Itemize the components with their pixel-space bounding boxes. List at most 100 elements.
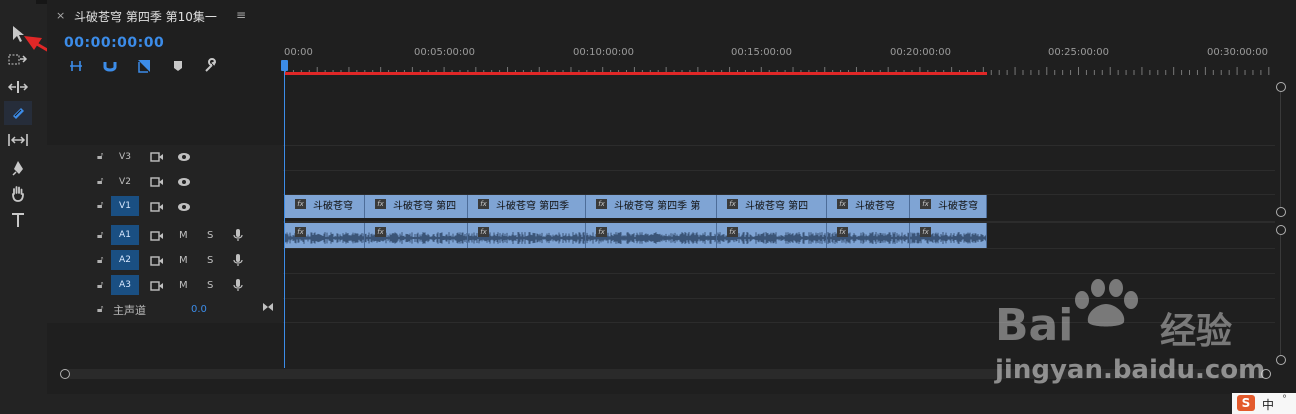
sogou-icon[interactable]: S: [1237, 395, 1255, 411]
lock-icon[interactable]: 🔓︎: [97, 280, 103, 291]
video-clip[interactable]: fx 斗破苍穹 第四: [717, 195, 827, 218]
fx-badge: fx: [478, 227, 489, 237]
eye-icon[interactable]: [177, 176, 191, 188]
ruler-label: 00:10:00:00: [573, 47, 635, 58]
mute-button[interactable]: M: [179, 280, 188, 291]
type-tool[interactable]: [4, 208, 32, 232]
sync-lock-icon[interactable]: [150, 280, 164, 292]
fx-badge: fx: [295, 199, 306, 209]
sync-lock-icon[interactable]: [150, 201, 164, 213]
sequence-tab-bar: [47, 4, 1296, 30]
clip-label: 斗破苍穹: [855, 201, 895, 212]
audio-clip[interactable]: fx: [468, 223, 586, 248]
solo-button[interactable]: S: [207, 255, 213, 266]
lock-icon[interactable]: 🔓︎: [97, 255, 103, 266]
lock-icon[interactable]: 🔓︎: [97, 176, 103, 187]
audio-clip[interactable]: fx: [365, 223, 468, 248]
audio-clip[interactable]: fx: [827, 223, 910, 248]
add-marker-icon[interactable]: [170, 58, 186, 74]
watermark-brand-cn: 经验: [1160, 311, 1233, 352]
sync-lock-icon[interactable]: [150, 176, 164, 188]
track-header-area: [47, 145, 283, 323]
eye-icon[interactable]: [177, 151, 191, 163]
track-name-v2[interactable]: V2: [111, 172, 139, 192]
fx-badge: fx: [920, 227, 931, 237]
video-vscroll-bottom[interactable]: [1276, 207, 1286, 217]
mute-button[interactable]: M: [179, 255, 188, 266]
microphone-icon[interactable]: [233, 253, 243, 267]
video-clip[interactable]: fx 斗破苍穹 第四: [365, 195, 468, 218]
sequence-tab-title[interactable]: 斗破苍穹 第四季 第10集一: [74, 8, 217, 25]
fx-badge: fx: [375, 227, 386, 237]
ruler-label: 00:20:00:00: [890, 47, 952, 58]
fx-badge: fx: [375, 199, 386, 209]
mute-button[interactable]: M: [179, 230, 188, 241]
watermark-brand: Bai: [995, 300, 1074, 351]
track-name-v3[interactable]: V3: [111, 147, 139, 167]
ime-punctuation[interactable]: °: [1282, 394, 1287, 405]
eye-icon[interactable]: [177, 201, 191, 213]
linked-selection-icon[interactable]: [136, 58, 152, 74]
scroll-handle-left[interactable]: [60, 369, 70, 379]
wrench-icon[interactable]: [203, 58, 219, 74]
video-clip[interactable]: fx 斗破苍穹 第四季 第: [586, 195, 717, 218]
track-name-a1[interactable]: A1: [111, 225, 139, 245]
solo-button[interactable]: S: [207, 280, 213, 291]
track-name-v1[interactable]: V1: [111, 196, 139, 216]
ruler-label: 00:25:00:00: [1048, 47, 1110, 58]
lock-icon[interactable]: 🔓︎: [97, 151, 103, 162]
sync-lock-icon[interactable]: [150, 151, 164, 163]
bowtie-icon[interactable]: [262, 302, 274, 312]
fx-badge: fx: [295, 227, 306, 237]
fx-badge: fx: [596, 199, 607, 209]
fx-badge: fx: [727, 199, 738, 209]
audio-clip[interactable]: fx: [910, 223, 987, 248]
audio-clip[interactable]: fx: [717, 223, 827, 248]
nest-sequence-icon[interactable]: [68, 58, 84, 74]
playhead-handle[interactable]: [281, 60, 288, 71]
video-clip[interactable]: fx 斗破苍穹: [827, 195, 910, 218]
playhead-line[interactable]: [284, 64, 285, 368]
sync-lock-icon[interactable]: [150, 230, 164, 242]
video-vscroll-track[interactable]: [1280, 92, 1281, 207]
track-name-a3[interactable]: A3: [111, 275, 139, 295]
audio-vscroll-track[interactable]: [1280, 235, 1281, 355]
lock-icon[interactable]: 🔓︎: [97, 230, 103, 241]
video-clip[interactable]: fx 斗破苍穹 第四季: [468, 195, 586, 218]
ruler-label: 00:15:00:00: [731, 47, 793, 58]
panel-menu-icon[interactable]: ≡: [236, 8, 246, 22]
close-tab-icon[interactable]: ×: [56, 9, 65, 22]
video-clip[interactable]: fx 斗破苍穹: [910, 195, 987, 218]
baidu-paw-logo: [1075, 279, 1138, 327]
snap-magnet-icon[interactable]: [102, 58, 118, 74]
ruler-label: 00:05:00:00: [414, 47, 476, 58]
microphone-icon[interactable]: [233, 228, 243, 242]
clip-label: 斗破苍穹 第四季: [496, 201, 570, 212]
watermark-url: jingyan.baidu.com: [995, 355, 1266, 385]
ruler-label: 00:30:00:00: [1207, 47, 1269, 58]
fx-badge: fx: [478, 199, 489, 209]
fx-badge: fx: [920, 199, 931, 209]
video-vscroll-top[interactable]: [1276, 82, 1286, 92]
lock-icon[interactable]: 🔓︎: [97, 304, 103, 315]
clip-label: 斗破苍穹: [313, 201, 353, 212]
ime-language[interactable]: 中: [1262, 396, 1274, 413]
track-name-a2[interactable]: A2: [111, 250, 139, 270]
solo-button[interactable]: S: [207, 230, 213, 241]
clip-label: 斗破苍穹 第四: [393, 201, 457, 212]
ruler-label: 00:00: [284, 47, 313, 58]
lock-icon[interactable]: 🔓︎: [97, 200, 103, 211]
playhead-timecode[interactable]: 00:00:00:00: [64, 35, 164, 51]
fx-badge: fx: [727, 227, 738, 237]
fx-badge: fx: [837, 227, 848, 237]
audio-clip[interactable]: fx: [285, 223, 365, 248]
audio-clip[interactable]: fx: [586, 223, 717, 248]
microphone-icon[interactable]: [233, 278, 243, 292]
audio-vscroll-top[interactable]: [1276, 225, 1286, 235]
master-volume-value[interactable]: 0.0: [191, 304, 207, 315]
sync-lock-icon[interactable]: [150, 255, 164, 267]
text-icon: [12, 213, 24, 227]
video-clip[interactable]: fx 斗破苍穹: [285, 195, 365, 218]
work-area-bar[interactable]: [285, 72, 987, 75]
audio-vscroll-bottom[interactable]: [1276, 355, 1286, 365]
